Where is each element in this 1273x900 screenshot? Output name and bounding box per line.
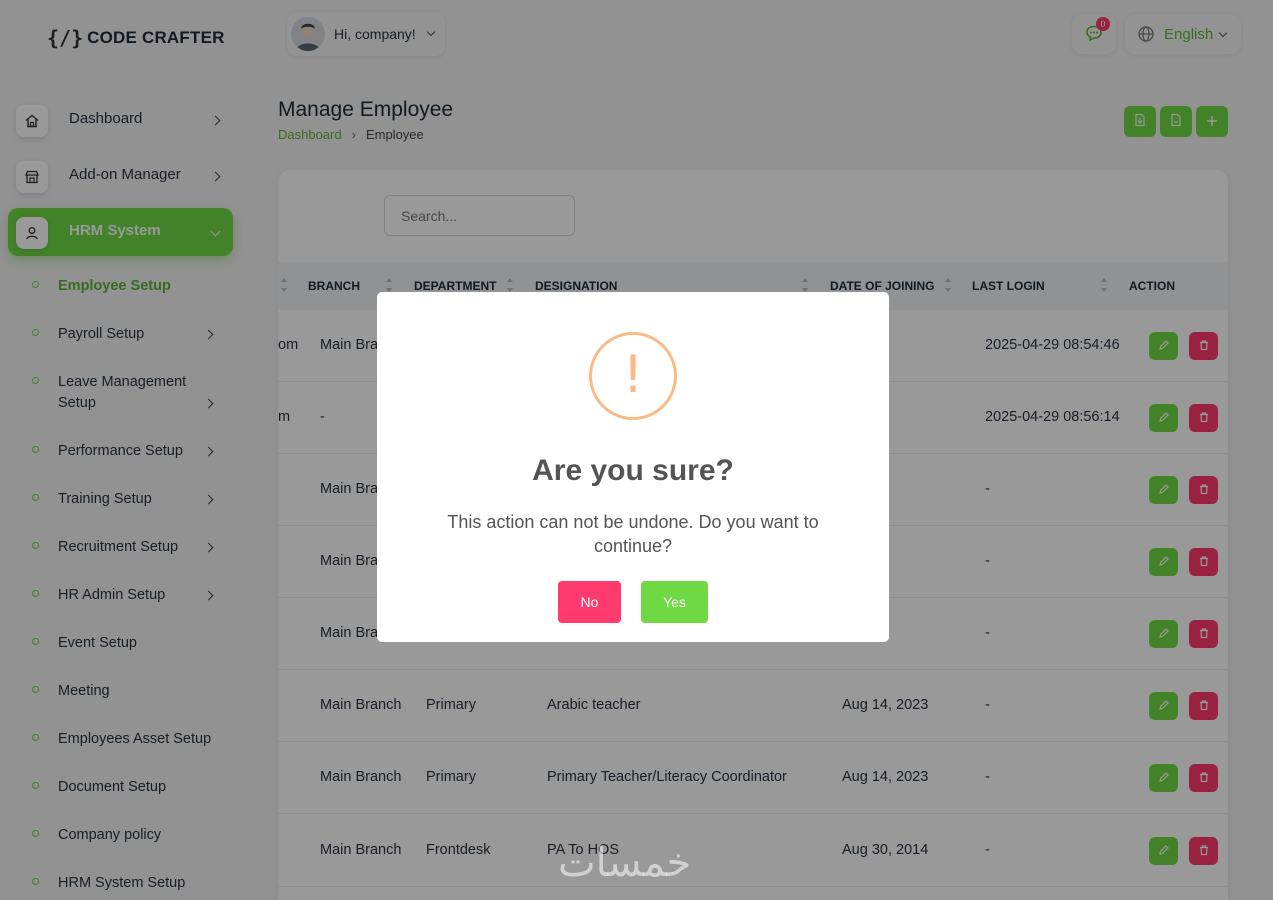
watermark: خمسات [558, 840, 692, 886]
warning-icon: ! [589, 332, 677, 420]
confirm-dialog: ! Are you sure? This action can not be u… [377, 292, 889, 642]
dialog-message: This action can not be undone. Do you wa… [447, 512, 819, 556]
dialog-title: Are you sure? [532, 454, 734, 487]
no-button[interactable]: No [558, 581, 621, 623]
warning-mark: ! [622, 345, 644, 405]
yes-button[interactable]: Yes [641, 581, 708, 623]
